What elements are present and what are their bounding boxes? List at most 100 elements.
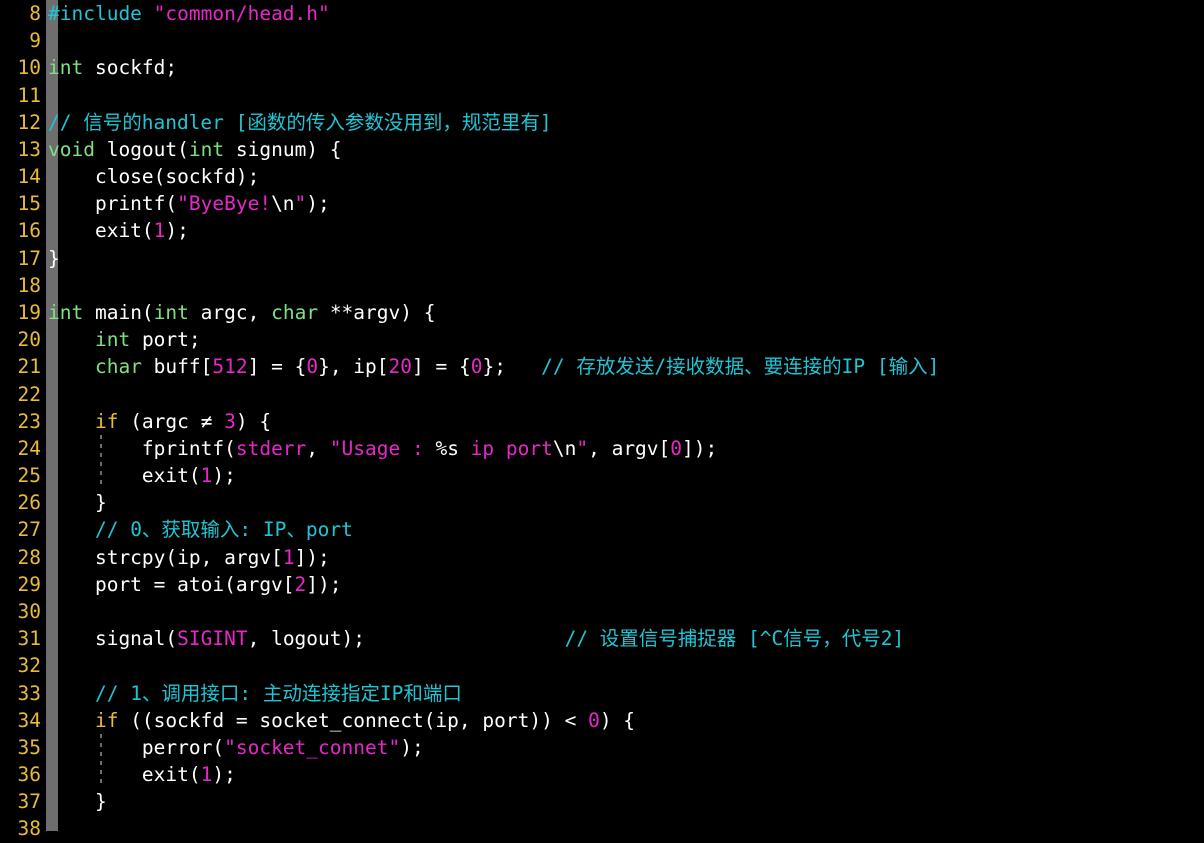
code-line[interactable]: 21 char buff[512] = {0}, ip[20] = {0}; /…	[0, 353, 1204, 380]
line-number: 25	[17, 464, 41, 488]
line-text[interactable]: exit(1);	[48, 217, 189, 244]
code-line[interactable]: 29 port = atoi(argv[2]);	[0, 571, 1204, 598]
line-number: 22	[17, 382, 41, 406]
code-line[interactable]: 22	[0, 381, 1204, 408]
line-number: 18	[17, 273, 41, 297]
code-line[interactable]: 28 strcpy(ip, argv[1]);	[0, 544, 1204, 571]
code-token: );	[306, 192, 330, 216]
line-text[interactable]: printf("ByeBye!\n");	[48, 190, 330, 217]
line-text[interactable]: // 信号的handler [函数的传入参数没用到，规范里有]	[48, 109, 552, 136]
code-token: }, ip[	[318, 355, 389, 379]
code-line[interactable]: 20 int port;	[0, 326, 1204, 353]
line-number: 35	[17, 735, 41, 759]
code-line[interactable]: 32	[0, 652, 1204, 679]
line-number: 15	[17, 192, 41, 216]
code-line[interactable]: 11	[0, 82, 1204, 109]
line-text[interactable]: }	[48, 489, 107, 516]
code-token: 0	[470, 355, 483, 379]
line-number: 21	[17, 355, 41, 379]
code-line[interactable]: 38	[0, 815, 1204, 842]
line-text[interactable]: if ((sockfd = socket_connect(ip, port)) …	[48, 707, 635, 734]
line-number: 14	[17, 165, 41, 189]
code-line[interactable]: 18	[0, 272, 1204, 299]
line-text[interactable]: int sockfd;	[48, 54, 177, 81]
code-token: // 0、获取输入: IP、port	[94, 518, 353, 542]
code-line[interactable]: 34 if ((sockfd = socket_connect(ip, port…	[0, 707, 1204, 734]
line-text[interactable]: }	[48, 788, 107, 815]
code-token: 0	[588, 708, 600, 732]
code-line[interactable]: 15 printf("ByeBye!\n");	[0, 190, 1204, 217]
code-token: port = atoi(argv[	[48, 572, 295, 596]
line-text[interactable]: close(sockfd);	[48, 163, 259, 190]
code-token: ]);	[294, 545, 330, 569]
line-number: 36	[17, 763, 41, 787]
code-token: 0	[306, 355, 319, 379]
code-token: main(	[83, 300, 154, 324]
line-text[interactable]: port = atoi(argv[2]);	[48, 571, 342, 598]
line-text[interactable]: exit(1);	[48, 462, 236, 489]
code-token: exit(	[48, 464, 201, 488]
line-number: 24	[17, 436, 41, 460]
code-line[interactable]: 35 perror("socket_connet");	[0, 733, 1204, 762]
code-token: 512	[212, 355, 248, 379]
code-line[interactable]: 19 int main(int argc, char **argv) {	[0, 299, 1204, 326]
code-editor[interactable]: 8 #include "common/head.h" 9 10 int sockfd; 1…	[0, 0, 1204, 840]
code-line[interactable]: 36 exit(1);	[0, 761, 1204, 789]
code-token: // 1、调用接口: 主动连接指定IP和端口	[94, 681, 462, 705]
line-text[interactable]: strcpy(ip, argv[1]);	[48, 544, 330, 571]
code-line[interactable]: 14 close(sockfd);	[0, 163, 1204, 190]
line-text[interactable]: exit(1);	[48, 761, 236, 788]
code-line[interactable]: 31 signal(SIGINT, logout); // 设置信号捕捉器 [^…	[0, 625, 1204, 652]
code-token: char	[271, 300, 319, 324]
line-text[interactable]: // 1、调用接口: 主动连接指定IP和端口	[48, 680, 462, 707]
line-text[interactable]: int port;	[48, 326, 201, 353]
code-token: int	[188, 137, 225, 161]
line-number: 17	[17, 246, 41, 270]
line-number: 8	[29, 2, 41, 25]
code-token: // 设置信号捕捉器 [^C信号，代号2]	[564, 627, 905, 651]
code-line[interactable]: 25 exit(1);	[0, 462, 1204, 490]
code-line[interactable]: 10 int sockfd;	[0, 54, 1204, 81]
line-text[interactable]: signal(SIGINT, logout); // 设置信号捕捉器 [^C信号…	[48, 625, 904, 652]
code-token: "socket_connet"	[224, 735, 401, 759]
code-line[interactable]: 27 // 0、获取输入: IP、port	[0, 516, 1204, 543]
code-line[interactable]: 13 void logout(int signum) {	[0, 136, 1204, 163]
code-line[interactable]: 12 // 信号的handler [函数的传入参数没用到，规范里有]	[0, 109, 1204, 136]
line-text[interactable]: #include "common/head.h"	[48, 0, 330, 27]
code-line[interactable]: 23 if (argc ≠ 3) {	[0, 408, 1204, 435]
code-token: "Usage :	[329, 436, 436, 460]
code-line[interactable]: 30	[0, 598, 1204, 625]
code-line[interactable]: 37 }	[0, 788, 1204, 815]
code-token: int	[48, 300, 84, 324]
line-number: 27	[17, 518, 41, 542]
code-token: strcpy(ip, argv[	[48, 545, 283, 569]
code-token: \n	[552, 436, 577, 460]
line-text[interactable]: perror("socket_connet");	[48, 734, 424, 761]
line-number: 37	[17, 790, 41, 814]
code-line[interactable]: 16 exit(1);	[0, 217, 1204, 244]
code-line[interactable]: 33 // 1、调用接口: 主动连接指定IP和端口	[0, 680, 1204, 707]
code-token: int	[94, 328, 131, 352]
line-text[interactable]: // 0、获取输入: IP、port	[48, 516, 353, 543]
line-text[interactable]: if (argc ≠ 3) {	[48, 408, 271, 435]
code-token: // 存放发送/接收数据、要连接的IP [输入]	[541, 355, 940, 379]
code-token: void	[48, 137, 95, 161]
code-line[interactable]: 17}	[0, 245, 1204, 272]
code-line[interactable]: 9	[0, 27, 1204, 54]
line-number: 28	[17, 545, 41, 569]
line-text[interactable]: int main(int argc, char **argv) {	[48, 299, 435, 326]
code-line[interactable]: 8 #include "common/head.h"	[0, 0, 1204, 27]
code-token: ((sockfd = socket_connect(ip, port)) <	[118, 708, 589, 732]
code-token: if	[94, 409, 119, 433]
line-number: 23	[17, 409, 41, 433]
line-text[interactable]: char buff[512] = {0}, ip[20] = {0}; // 存…	[48, 353, 939, 380]
code-line[interactable]: 26 }	[0, 489, 1204, 516]
code-token: SIGINT	[177, 627, 248, 651]
code-token: 1	[200, 763, 213, 787]
line-text[interactable]: void logout(int signum) {	[48, 136, 342, 163]
line-text[interactable]: fprintf(stderr, "Usage : %s ip port\n", …	[48, 435, 717, 462]
line-text[interactable]: }	[48, 245, 60, 272]
code-line[interactable]: 24 fprintf(stderr, "Usage : %s ip port\n…	[0, 434, 1204, 463]
